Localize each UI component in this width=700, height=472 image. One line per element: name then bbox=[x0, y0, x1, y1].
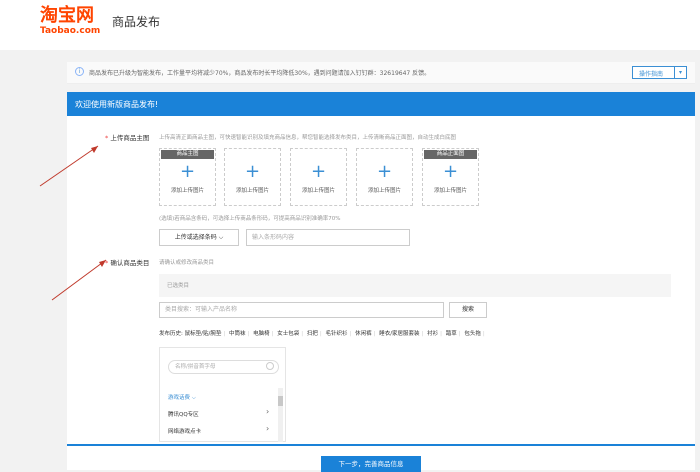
annotation-arrows bbox=[39, 145, 107, 301]
annotation-arrowhead bbox=[91, 146, 98, 153]
annotation-arrow bbox=[39, 145, 99, 187]
annotation-arrow bbox=[51, 259, 107, 301]
annotation-arrowhead bbox=[99, 260, 106, 267]
